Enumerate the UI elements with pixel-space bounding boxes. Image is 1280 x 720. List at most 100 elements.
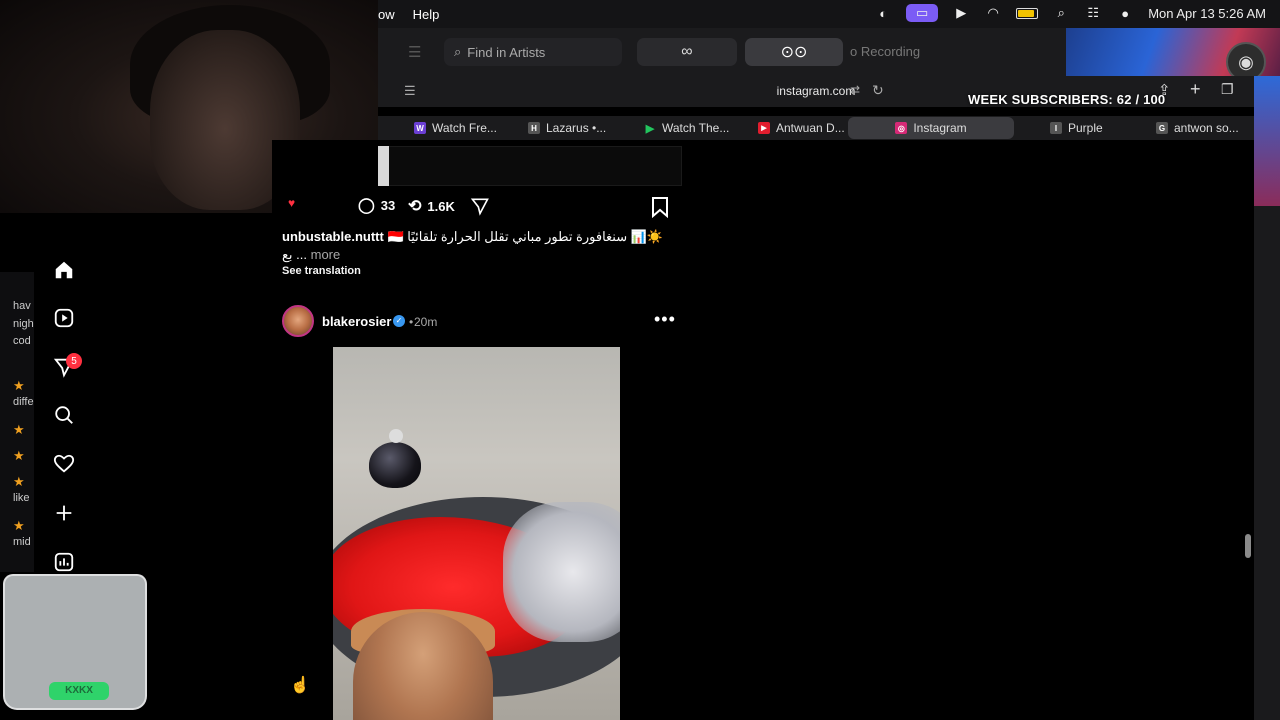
background-chat-window[interactable]: hav nigh cod ★ diffe ★ ★ ★ like ★ mid — [0, 272, 34, 572]
post-actions: ♥ ◯ 33 ⟲ 1.6K — [282, 196, 682, 220]
tab-antwuan[interactable]: ▶ Antwuan D... — [750, 117, 853, 139]
tab-favicon-icon: H — [528, 122, 540, 134]
translate-icon[interactable]: ⇄ — [850, 83, 860, 97]
tab-favicon-icon: I — [1050, 122, 1062, 134]
search-icon[interactable] — [52, 403, 76, 427]
comment-icon: ◯ — [358, 197, 375, 214]
heart-icon[interactable] — [52, 452, 76, 476]
notification-badge: 5 — [66, 353, 82, 369]
tab-label: Purple — [1068, 121, 1103, 135]
tab-label: Watch Fre... — [432, 121, 497, 135]
repost-button[interactable]: ⟲ 1.6K — [408, 196, 455, 216]
avatar[interactable] — [282, 305, 314, 337]
video-cherry — [369, 442, 421, 488]
post-caption: unbustable.nuttt 🇮🇩 سنغافورة تطور مباني … — [282, 229, 682, 263]
like-icon[interactable]: ♥ — [288, 196, 295, 210]
glasses-button[interactable]: ⊙⊙ — [745, 38, 843, 66]
tab-label: Watch The... — [662, 121, 730, 135]
star-icon: ★ — [13, 474, 25, 489]
share-icon[interactable] — [470, 196, 490, 216]
caption-username[interactable]: unbustable.nuttt — [282, 229, 384, 244]
play-icon[interactable]: ▶ — [952, 4, 970, 22]
chat-line: nigh — [13, 318, 34, 330]
sidebar-toggle-icon[interactable]: ☰ — [408, 43, 428, 61]
new-tab-icon[interactable]: + — [1190, 79, 1201, 100]
hand-cursor-icon: ☝ — [290, 677, 310, 694]
caption-text-line2: بع ... — [282, 247, 307, 262]
infinity-icon: ∞ — [681, 43, 693, 60]
search-icon: ⌕ — [454, 44, 462, 59]
find-in-artists-field[interactable]: ⌕ Find in Artists — [444, 38, 622, 66]
find-placeholder: Find in Artists — [467, 44, 546, 60]
tab-favicon-icon: G — [1156, 122, 1168, 134]
siri-icon[interactable]: ● — [1116, 4, 1134, 22]
previous-post-media[interactable] — [378, 146, 682, 186]
post-header: blakerosier ✓ • 20m ••• — [282, 305, 682, 339]
tab-watch-the[interactable]: ▶ Watch The... — [636, 117, 737, 139]
cleaner-icon[interactable]: ◐ — [874, 4, 892, 22]
tab-overview-icon[interactable]: ❐ — [1221, 81, 1234, 98]
app-menu: ow Help — [378, 7, 439, 22]
tab-lazarus[interactable]: H Lazarus •... — [520, 117, 614, 139]
menu-help[interactable]: Help — [413, 7, 440, 22]
comment-count: 33 — [380, 197, 396, 213]
recording-label: o Recording — [850, 44, 921, 59]
tab-antwon[interactable]: G antwon so... — [1148, 117, 1247, 139]
tab-purple[interactable]: I Purple — [1042, 117, 1111, 139]
tab-label: Lazarus •... — [546, 121, 607, 135]
post-video[interactable] — [333, 347, 620, 720]
tab-label: antwon so... — [1174, 121, 1239, 135]
reels-icon[interactable] — [52, 306, 76, 330]
control-center-icon[interactable]: ☷ — [1084, 4, 1102, 22]
home-icon[interactable] — [52, 258, 76, 282]
tab-label: Instagram — [913, 121, 967, 135]
cup-logo: KXKX — [49, 682, 109, 700]
star-icon: ★ — [13, 518, 25, 533]
star-icon: ★ — [13, 378, 25, 393]
repost-icon: ⟲ — [408, 198, 422, 215]
clock[interactable]: Mon Apr 13 5:26 AM — [1148, 6, 1266, 21]
background-window[interactable] — [1254, 76, 1280, 720]
tab-favicon-icon: ▶ — [758, 122, 770, 134]
tab-label: Antwuan D... — [776, 121, 845, 135]
tab-favicon-icon: ◎ — [895, 122, 908, 134]
separator-dot: • — [409, 315, 414, 329]
video-ice — [503, 502, 620, 642]
chat-line: mid — [13, 536, 31, 548]
see-translation-link[interactable]: See translation — [282, 265, 361, 277]
comment-button[interactable]: ◯ 33 — [358, 196, 395, 214]
wifi-icon[interactable]: ◠ — [984, 4, 1002, 22]
menu-window[interactable]: ow — [378, 7, 395, 22]
status-menus: ◐ ▭ ▶ ◠ ⌕ ☷ ● Mon Apr 13 5:26 AM — [874, 4, 1266, 22]
background-window-wallpaper — [1254, 76, 1280, 206]
tab-favicon-icon: W — [414, 122, 426, 134]
page-empty-area — [682, 140, 1254, 720]
save-icon[interactable] — [650, 196, 670, 218]
chat-line: like — [13, 492, 30, 504]
previous-post-thumbnail — [378, 146, 389, 186]
caption-text: 🇮🇩 سنغافورة تطور مباني تقلل الحرارة تلقا… — [387, 229, 664, 244]
glasses-icon: ⊙⊙ — [780, 44, 808, 61]
more-link[interactable]: more — [311, 247, 341, 262]
post-time: 20m — [414, 315, 438, 329]
battery-icon[interactable] — [1016, 7, 1039, 19]
chat-line: hav — [13, 300, 31, 312]
tab-favicon-icon: ▶ — [645, 122, 655, 135]
tab-watch-free[interactable]: W Watch Fre... — [406, 117, 505, 139]
verified-badge-icon: ✓ — [393, 315, 405, 327]
video-cherry-highlight — [389, 429, 403, 443]
create-icon[interactable] — [52, 501, 76, 525]
chat-line: diffe — [13, 396, 34, 408]
tab-instagram[interactable]: ◎ Instagram — [848, 117, 1014, 139]
reload-icon[interactable]: ↻ — [872, 82, 884, 99]
star-icon: ★ — [13, 448, 25, 463]
more-options-icon[interactable]: ••• — [654, 309, 676, 330]
spotlight-icon[interactable]: ⌕ — [1052, 4, 1070, 22]
space-switch-button[interactable]: ∞ — [637, 38, 737, 66]
star-icon: ★ — [13, 422, 25, 437]
screen-recording-icon[interactable]: ▭ — [906, 4, 939, 22]
cup-overlay: KXKX — [3, 574, 147, 710]
post-username[interactable]: blakerosier — [322, 314, 391, 329]
insights-icon[interactable] — [52, 550, 76, 574]
scrollbar[interactable] — [1245, 534, 1251, 558]
